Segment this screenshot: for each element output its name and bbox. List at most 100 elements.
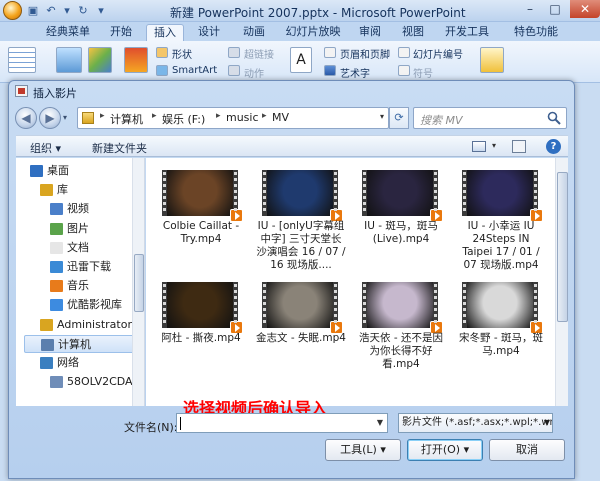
smartart-button[interactable]: SmartArt	[172, 65, 217, 76]
tab-developer[interactable]: 开发工具	[440, 24, 494, 41]
view-dropdown-icon[interactable]: ▾	[492, 141, 496, 150]
file-name: IU - 斑马，斑马(Live).mp4	[364, 220, 438, 245]
nav-item[interactable]: Administrator	[16, 316, 136, 334]
filetype-select[interactable]: 影片文件 (*.asf;*.asx;*.wpl;*.wm ▼	[398, 413, 553, 433]
nav-item[interactable]: 优酷影视库	[16, 296, 136, 314]
nav-item-label: 视频	[67, 202, 89, 216]
breadcrumb-drive[interactable]: 娱乐 (F:)	[162, 111, 205, 127]
nav-item-label: 优酷影视库	[67, 298, 122, 312]
textbox-icon[interactable]: A	[290, 47, 312, 73]
table-icon[interactable]	[8, 47, 36, 73]
nav-item[interactable]: 桌面	[16, 162, 136, 180]
dialog-title: 插入影片	[33, 87, 77, 100]
open-button[interactable]: 打开(O) ▾	[407, 439, 483, 461]
cancel-button[interactable]: 取消	[489, 439, 565, 461]
file-item[interactable]: Colbie Caillat - Try.mp4	[156, 160, 246, 270]
tools-button[interactable]: 工具(L) ▾	[325, 439, 401, 461]
nav-item[interactable]: 网络	[16, 354, 136, 372]
save-icon[interactable]: ▣	[26, 4, 40, 17]
header-footer-button[interactable]: 页眉和页脚	[340, 46, 390, 61]
user-folder-icon	[40, 318, 53, 331]
file-item[interactable]: IU - 小幸运 IU 24Steps IN Taipei 17 / 01 / …	[456, 160, 546, 271]
breadcrumb-mv[interactable]: MV	[272, 111, 289, 124]
preview-pane-icon[interactable]	[512, 140, 526, 153]
address-bar[interactable]: ▸ 计算机 ▸ 娱乐 (F:) ▸ music ▸ MV ▾	[77, 107, 389, 129]
breadcrumb-computer[interactable]: 计算机	[110, 111, 143, 127]
new-folder-button[interactable]: 新建文件夹	[92, 140, 147, 156]
minimize-button[interactable]: –	[518, 0, 542, 18]
filename-input[interactable]: ▼	[176, 413, 388, 433]
nav-item[interactable]: 计算机	[24, 334, 136, 353]
search-input[interactable]: 搜索 MV	[413, 107, 567, 129]
hyperlink-button[interactable]: 超链接	[244, 46, 274, 61]
nav-item-label: 文档	[67, 240, 89, 254]
office-button-icon[interactable]	[3, 1, 22, 20]
file-list-scrollbar-thumb[interactable]	[557, 172, 568, 322]
nav-item[interactable]: 音乐	[16, 277, 136, 295]
navigation-pane[interactable]: 桌面库视频图片文档迅雷下载 音乐优酷影视库 Administrator 计算机 网络 58…	[16, 158, 145, 406]
tab-animation[interactable]: 动画	[234, 24, 274, 41]
dialog-toolbar: 组织 ▾ 新建文件夹 ▾ ?	[16, 135, 568, 157]
nav-item[interactable]: 视频	[16, 200, 136, 218]
close-button[interactable]: ✕	[570, 0, 600, 18]
nav-item[interactable]: 迅雷下载	[16, 258, 136, 276]
nav-scrollbar[interactable]	[132, 158, 144, 406]
file-name: 金志文 - 失眠.mp4	[256, 332, 346, 344]
nav-item[interactable]: 图片	[16, 220, 136, 238]
youku-library-icon	[50, 299, 63, 312]
file-list-scrollbar[interactable]	[555, 158, 568, 406]
file-item[interactable]: 宋冬野 - 斑马，斑马.mp4	[456, 272, 546, 382]
redo-icon[interactable]: ↻	[76, 4, 90, 17]
symbol-button[interactable]: 符号	[413, 65, 433, 80]
tab-classic-menu[interactable]: 经典菜单	[40, 24, 96, 41]
forward-button[interactable]: ▶	[39, 107, 61, 129]
tab-home[interactable]: 开始	[103, 24, 139, 41]
filetype-dropdown-icon[interactable]: ▼	[544, 414, 550, 432]
refresh-button[interactable]: ⟳	[389, 107, 409, 129]
undo-dropdown-icon[interactable]: ▾	[60, 4, 74, 17]
shapes-button[interactable]: 形状	[172, 46, 192, 61]
file-item[interactable]: IU - 斑马，斑马(Live).mp4	[356, 160, 446, 270]
sound-icon[interactable]	[480, 47, 504, 73]
tab-features[interactable]: 特色功能	[508, 24, 564, 41]
picture-icon[interactable]	[56, 47, 82, 73]
folder-icon	[82, 112, 94, 124]
album-icon[interactable]	[124, 47, 148, 73]
file-list[interactable]: Colbie Caillat - Try.mp4 IU - [onlyU字幕组中字…	[146, 158, 555, 406]
nav-item[interactable]: 文档	[16, 239, 136, 257]
tab-slideshow[interactable]: 幻灯片放映	[282, 24, 344, 41]
file-item[interactable]: 金志文 - 失眠.mp4	[256, 272, 346, 382]
video-thumbnail	[362, 170, 443, 222]
history-dropdown-icon[interactable]: ▾	[63, 113, 67, 122]
tab-view[interactable]: 视图	[396, 24, 430, 41]
slide-number-button[interactable]: 幻灯片编号	[413, 46, 463, 61]
maximize-button[interactable]: □	[543, 0, 567, 18]
file-item[interactable]: IU - [onlyU字幕组中字] 三寸天堂长沙演唱会 16 / 07 / 16…	[256, 160, 346, 271]
nav-item-label: 桌面	[47, 164, 69, 177]
help-icon[interactable]: ?	[546, 139, 561, 154]
filename-dropdown-icon[interactable]: ▼	[373, 414, 387, 432]
tab-review[interactable]: 审阅	[353, 24, 387, 41]
tab-insert[interactable]: 插入	[146, 24, 184, 41]
clipart-icon[interactable]	[88, 47, 112, 73]
nav-scrollbar-thumb[interactable]	[134, 254, 144, 312]
quick-access-menu-icon[interactable]: ▾	[94, 4, 108, 17]
file-item[interactable]: 阿杜 - 撕夜.mp4	[156, 272, 246, 382]
documents-library-icon	[50, 241, 63, 254]
action-button[interactable]: 动作	[244, 65, 264, 80]
file-item[interactable]: 浩天依 - 还不是因为你长得不好看.mp4	[356, 272, 446, 382]
search-icon[interactable]	[546, 110, 562, 126]
organize-button[interactable]: 组织 ▾	[30, 140, 61, 156]
view-mode-icon[interactable]	[472, 141, 486, 152]
tab-design[interactable]: 设计	[190, 24, 228, 41]
header-footer-icon	[324, 47, 336, 58]
nav-item[interactable]: 58OLV2CDA1...	[16, 373, 144, 391]
file-name: 浩天依 - 还不是因为你长得不好看.mp4	[359, 332, 443, 370]
nav-item[interactable]: 库	[16, 181, 136, 199]
ribbon-body: 形状 SmartArt 超链接 动作 A 页眉和页脚 幻灯片编号 艺术字 符号	[0, 41, 600, 83]
wordart-button[interactable]: 艺术字	[340, 65, 370, 80]
undo-icon[interactable]: ↶	[44, 4, 58, 17]
address-dropdown-icon[interactable]: ▾	[380, 112, 384, 121]
breadcrumb-music[interactable]: music	[226, 111, 259, 124]
back-button[interactable]: ◀	[15, 107, 37, 129]
